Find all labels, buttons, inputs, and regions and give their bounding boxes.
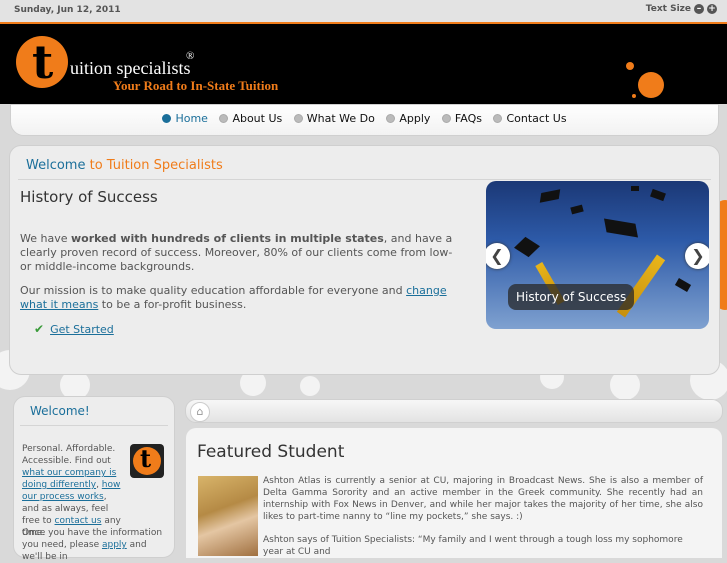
decor-dot [632, 94, 636, 98]
history-title: History of Success [20, 188, 158, 206]
history-paragraph: We have worked with hundreds of clients … [20, 232, 460, 274]
breadcrumb-bar: ⌂ [185, 399, 723, 423]
image-slider: ❮ ❯ History of Success [486, 181, 709, 329]
nav-label: Apply [399, 112, 431, 125]
sidebar-intro-text: Personal. Affordable. Accessible. Find o… [22, 443, 126, 539]
text-size-control: Text Size – + [646, 4, 717, 14]
checkmark-icon: ✔ [34, 322, 45, 336]
featured-paragraph: Ashton Atlas is currently a senior at CU… [263, 476, 703, 522]
featured-quote: Ashton says of Tuition Specialists: “My … [263, 535, 683, 557]
nav-item-faqs[interactable]: FAQs [441, 112, 482, 125]
graduation-cap-image [570, 204, 584, 215]
text: Personal. Affordable. Accessible. Find o… [22, 444, 116, 466]
sidebar-apply-text: Once you have the information you need, … [22, 527, 167, 563]
nav-label: Home [175, 112, 208, 125]
logo-letter: t [32, 35, 54, 89]
divider [20, 425, 168, 426]
graduation-cap-image [631, 186, 639, 191]
slide-caption: History of Success [508, 284, 635, 310]
text: Our mission is to make quality education… [20, 284, 407, 297]
nav-label: FAQs [454, 112, 482, 125]
get-started-link[interactable]: Get Started [50, 323, 114, 336]
bullet-icon [386, 114, 396, 123]
get-started-row: ✔ Get Started [34, 322, 114, 336]
increase-text-size-button[interactable]: + [707, 4, 717, 14]
slider-prev-icon[interactable]: ❮ [486, 243, 510, 269]
nav-label: About Us [232, 112, 283, 125]
logo-name: uition specialists [70, 58, 191, 78]
nav-label: What We Do [306, 112, 375, 125]
graduation-cap-image [674, 278, 692, 292]
text: to be a for-profit business. [98, 298, 247, 311]
welcome-panel: Welcome to Tuition Specialists History o… [9, 145, 720, 375]
graduation-cap-image [514, 236, 540, 258]
logo-letter: t [140, 444, 152, 473]
nav-item-apply[interactable]: Apply [386, 112, 430, 125]
welcome-sidebar: Welcome! t Personal. Affordable. Accessi… [13, 396, 175, 562]
sidebar-title: Welcome! [30, 404, 90, 418]
nav-label: Contact Us [506, 112, 567, 125]
graduation-cap-image [539, 189, 561, 203]
bullet-icon [162, 114, 172, 123]
nav-item-what-we-do[interactable]: What We Do [293, 112, 375, 125]
sidebar-logo: t [130, 444, 164, 478]
bold-text: worked with hundreds of clients in multi… [70, 232, 384, 245]
tagline: Your Road to In-State Tuition [113, 78, 279, 93]
bullet-icon [219, 114, 229, 123]
decor-dot [626, 62, 634, 70]
main-nav: Home About Us What We Do Apply FAQs Cont… [10, 104, 719, 136]
apply-link[interactable]: apply [102, 540, 127, 550]
bullet-icon [441, 114, 451, 123]
text-size-label: Text Size [645, 4, 691, 14]
contact-us-link[interactable]: contact us [55, 516, 102, 526]
decrease-text-size-button[interactable]: – [694, 4, 704, 14]
bullet-icon [293, 114, 303, 123]
nav-item-contact-us[interactable]: Contact Us [493, 112, 567, 125]
bullet-icon [493, 114, 503, 123]
graduation-cap-image [603, 218, 639, 238]
home-icon[interactable]: ⌂ [190, 402, 210, 422]
featured-student-section: Featured Student Ashton Atlas is current… [186, 428, 722, 558]
heading-rest: to Tuition Specialists [85, 158, 223, 173]
featured-title: Featured Student [197, 442, 345, 462]
site-header: t uition specialists ® Your Road to In-S… [0, 24, 727, 104]
welcome-heading: Welcome to Tuition Specialists [26, 158, 223, 173]
heading-word: Welcome [26, 158, 86, 173]
graduation-cap-image [650, 188, 666, 202]
current-date: Sunday, Jun 12, 2011 [14, 5, 121, 15]
top-bar: Sunday, Jun 12, 2011 Text Size – + [0, 0, 727, 24]
text: We have [20, 232, 71, 245]
registered-mark: ® [186, 50, 195, 62]
nav-item-home[interactable]: Home [162, 112, 208, 125]
divider [18, 179, 711, 180]
mission-paragraph: Our mission is to make quality education… [20, 284, 470, 312]
nav-item-about-us[interactable]: About Us [219, 112, 282, 125]
student-photo [198, 476, 258, 556]
decor-dot [638, 72, 664, 98]
slider-next-icon[interactable]: ❯ [685, 243, 709, 269]
